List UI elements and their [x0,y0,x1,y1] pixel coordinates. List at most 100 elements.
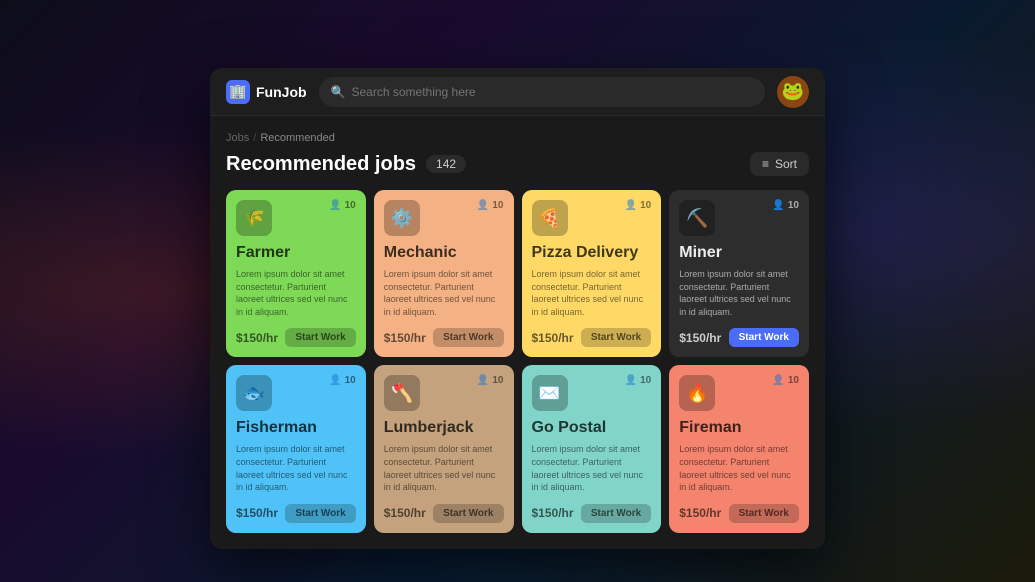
job-card-fisherman: 🐟 👤 10 Fisherman Lorem ipsum dolor sit a… [226,365,366,532]
players-icon: 👤 [329,200,341,211]
page-title: Recommended jobs [226,153,416,176]
job-title: Farmer [236,244,356,262]
app-window: 🏢 FunJob 🔍 🐸 Jobs / Recommended Recommen… [210,68,825,549]
job-card-miner: ⛏️ 👤 10 Miner Lorem ipsum dolor sit amet… [669,190,809,357]
job-icon: 🍕 [532,200,568,236]
job-icon: 🔥 [679,375,715,411]
start-work-button[interactable]: Start Work [729,504,799,523]
start-work-button[interactable]: Start Work [285,504,355,523]
job-description: Lorem ipsum dolor sit amet consectetur. … [384,443,504,493]
job-description: Lorem ipsum dolor sit amet consectetur. … [679,443,799,493]
job-title: Go Postal [532,419,652,437]
breadcrumb: Jobs / Recommended [226,132,809,144]
job-icon: ⚙️ [384,200,420,236]
page-title-area: Recommended jobs 142 [226,153,466,176]
players-icon: 👤 [625,375,637,386]
job-icon: 🌾 [236,200,272,236]
job-players: 👤 10 [772,200,799,211]
start-work-button[interactable]: Start Work [285,328,355,347]
players-icon: 👤 [772,200,784,211]
players-icon: 👤 [477,200,489,211]
job-title: Fisherman [236,419,356,437]
job-footer: $150/hr Start Work [679,328,799,347]
players-icon: 👤 [477,375,489,386]
job-players: 👤 10 [772,375,799,386]
job-players: 👤 10 [477,200,504,211]
app-header: 🏢 FunJob 🔍 🐸 [210,68,825,116]
players-count: 10 [640,375,651,386]
search-bar[interactable]: 🔍 [319,77,765,107]
job-footer: $150/hr Start Work [236,328,356,347]
job-description: Lorem ipsum dolor sit amet consectetur. … [384,268,504,318]
logo-area: 🏢 FunJob [226,80,307,104]
job-description: Lorem ipsum dolor sit amet consectetur. … [532,268,652,318]
job-card-top: ✉️ 👤 10 [532,375,652,411]
players-count: 10 [788,375,799,386]
players-icon: 👤 [625,200,637,211]
job-players: 👤 10 [329,200,356,211]
players-icon: 👤 [329,375,341,386]
players-count: 10 [788,200,799,211]
players-icon: 👤 [772,375,784,386]
job-card-go-postal: ✉️ 👤 10 Go Postal Lorem ipsum dolor sit … [522,365,662,532]
job-description: Lorem ipsum dolor sit amet consectetur. … [679,268,799,318]
players-count: 10 [492,200,503,211]
job-card-fireman: 🔥 👤 10 Fireman Lorem ipsum dolor sit ame… [669,365,809,532]
job-card-mechanic: ⚙️ 👤 10 Mechanic Lorem ipsum dolor sit a… [374,190,514,357]
job-icon: 🪓 [384,375,420,411]
job-description: Lorem ipsum dolor sit amet consectetur. … [236,443,356,493]
job-card-lumberjack: 🪓 👤 10 Lumberjack Lorem ipsum dolor sit … [374,365,514,532]
avatar[interactable]: 🐸 [777,76,809,108]
job-title: Lumberjack [384,419,504,437]
players-count: 10 [640,200,651,211]
job-card-top: 🌾 👤 10 [236,200,356,236]
job-icon: 🐟 [236,375,272,411]
breadcrumb-separator: / [253,132,256,144]
job-card-top: 🔥 👤 10 [679,375,799,411]
job-footer: $150/hr Start Work [532,504,652,523]
start-work-button[interactable]: Start Work [729,328,799,347]
job-players: 👤 10 [625,375,652,386]
job-icon: ✉️ [532,375,568,411]
job-footer: $150/hr Start Work [384,504,504,523]
start-work-button[interactable]: Start Work [433,328,503,347]
job-description: Lorem ipsum dolor sit amet consectetur. … [532,443,652,493]
job-pay: $150/hr [236,506,278,520]
job-players: 👤 10 [477,375,504,386]
job-pay: $150/hr [679,506,721,520]
logo-icon: 🏢 [226,80,250,104]
sort-button[interactable]: ≡ Sort [750,152,809,176]
job-card-top: 🐟 👤 10 [236,375,356,411]
job-players: 👤 10 [329,375,356,386]
breadcrumb-current: Recommended [260,132,335,144]
start-work-button[interactable]: Start Work [581,328,651,347]
start-work-button[interactable]: Start Work [581,504,651,523]
breadcrumb-parent[interactable]: Jobs [226,132,249,144]
job-card-top: ⚙️ 👤 10 [384,200,504,236]
sort-icon: ≡ [762,157,769,171]
job-footer: $150/hr Start Work [679,504,799,523]
search-icon: 🔍 [331,85,346,99]
job-pay: $150/hr [384,506,426,520]
search-input[interactable] [352,85,754,99]
players-count: 10 [345,200,356,211]
job-pay: $150/hr [532,506,574,520]
job-pay: $150/hr [236,331,278,345]
job-title: Fireman [679,419,799,437]
job-title: Mechanic [384,244,504,262]
page-header: Recommended jobs 142 ≡ Sort [226,152,809,176]
start-work-button[interactable]: Start Work [433,504,503,523]
content-area: Jobs / Recommended Recommended jobs 142 … [210,116,825,549]
job-title: Miner [679,244,799,262]
job-card-top: ⛏️ 👤 10 [679,200,799,236]
job-footer: $150/hr Start Work [384,328,504,347]
job-footer: $150/hr Start Work [532,328,652,347]
job-title: Pizza Delivery [532,244,652,262]
job-card-pizza-delivery: 🍕 👤 10 Pizza Delivery Lorem ipsum dolor … [522,190,662,357]
jobs-grid: 🌾 👤 10 Farmer Lorem ipsum dolor sit amet… [226,190,809,533]
logo-text: FunJob [256,84,307,100]
job-pay: $150/hr [532,331,574,345]
sort-label: Sort [775,157,797,171]
job-pay: $150/hr [384,331,426,345]
job-description: Lorem ipsum dolor sit amet consectetur. … [236,268,356,318]
